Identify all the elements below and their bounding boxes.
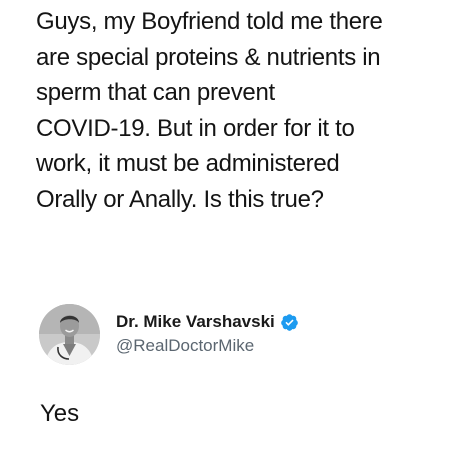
post-text-line: are special proteins & nutrients in — [36, 43, 381, 71]
post-text-line: work, it must be administered — [36, 150, 340, 177]
reply-author-header: Dr. Mike Varshavski @RealDoctorMike — [36, 300, 446, 370]
post-text-line: Orally or Anally. Is this true? — [36, 185, 324, 213]
post-text: Guys, my Boyfriend told me there are spe… — [36, 4, 446, 217]
reply-text: Yes — [40, 400, 80, 427]
user-handle[interactable]: @RealDoctorMike — [116, 336, 299, 356]
verified-badge-icon — [280, 313, 299, 332]
avatar[interactable] — [39, 304, 100, 365]
display-name[interactable]: Dr. Mike Varshavski — [116, 312, 275, 332]
post-text-line: Guys, my Boyfriend told me there — [36, 8, 383, 35]
post-text-line: COVID-19. But in order for it to — [36, 114, 355, 142]
post-text-line: sperm that can prevent — [36, 79, 275, 106]
profile-avatar-image — [39, 304, 100, 365]
